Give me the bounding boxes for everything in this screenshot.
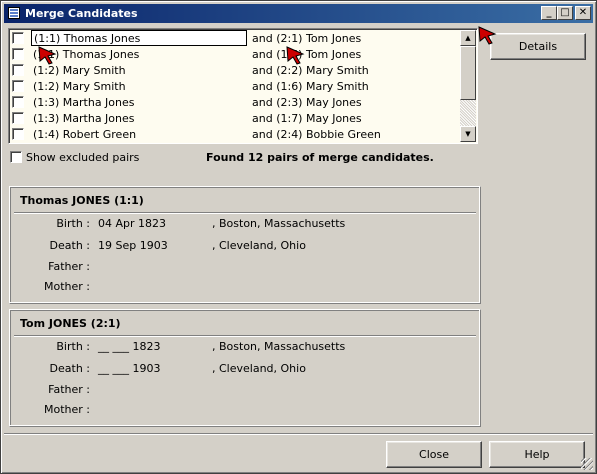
minimize-button[interactable]: _ (541, 6, 557, 20)
birth-date: 04 Apr 1823 (98, 217, 167, 230)
birth-place: , Boston, Massachusetts (212, 217, 346, 230)
death-date: __ ___ 1903 (98, 362, 161, 375)
row-right-person[interactable]: and (1:7) May Jones (252, 112, 362, 125)
person-panel-right: Tom JONES (2:1) Birth : __ ___ 1823 , Bo… (9, 309, 481, 427)
row-left-person[interactable]: (1:3) Martha Jones (33, 112, 135, 125)
title-bar[interactable]: Merge Candidates _ □ ✕ (4, 4, 593, 23)
show-excluded-checkbox[interactable] (10, 151, 22, 163)
window-title: Merge Candidates (25, 7, 138, 20)
death-label: Death : (49, 239, 90, 252)
merge-candidates-window: Merge Candidates _ □ ✕ (1:1) Thomas Jone… (0, 0, 597, 474)
row-right-person[interactable]: and (1:5) Tom Jones (252, 48, 361, 61)
panel-divider (14, 212, 476, 214)
death-label: Death : (49, 362, 90, 375)
mother-label: Mother : (44, 403, 90, 416)
father-label: Father : (48, 260, 90, 273)
close-button[interactable]: Close (386, 441, 482, 468)
pointer-cursor-icon (478, 26, 497, 45)
row-checkbox[interactable] (12, 96, 24, 108)
list-scrollbar[interactable]: ▲ ▼ (460, 30, 476, 142)
list-row[interactable]: (1:4) Robert Green and (2:4) Bobbie Gree… (10, 126, 462, 142)
person-panel-left: Thomas JONES (1:1) Birth : 04 Apr 1823 ,… (9, 186, 481, 304)
pointer-cursor-icon (286, 46, 305, 65)
resize-grip[interactable] (581, 458, 593, 470)
row-checkbox[interactable] (12, 32, 24, 44)
panel-divider (14, 335, 476, 337)
close-window-button[interactable]: ✕ (575, 6, 591, 20)
row-right-person[interactable]: and (2:4) Bobbie Green (252, 128, 381, 141)
death-date: 19 Sep 1903 (98, 239, 168, 252)
row-right-person[interactable]: and (2:3) May Jones (252, 96, 362, 109)
minimize-icon: _ (546, 7, 552, 18)
list-row[interactable]: (1:1) Thomas Jones and (1:5) Tom Jones (10, 46, 462, 62)
row-left-person[interactable]: (1:2) Mary Smith (33, 80, 126, 93)
birth-place: , Boston, Massachusetts (212, 340, 346, 353)
death-place: , Cleveland, Ohio (212, 362, 306, 375)
row-checkbox[interactable] (12, 112, 24, 124)
panel-title: Tom JONES (2:1) (20, 317, 121, 330)
death-place: , Cleveland, Ohio (212, 239, 306, 252)
list-row[interactable]: (1:3) Martha Jones and (2:3) May Jones (10, 94, 462, 110)
scroll-up-icon[interactable]: ▲ (460, 30, 476, 46)
row-checkbox[interactable] (12, 48, 24, 60)
list-row[interactable]: (1:2) Mary Smith and (1:6) Mary Smith (10, 78, 462, 94)
candidate-list[interactable]: (1:1) Thomas Jones and (2:1) Tom Jones (… (8, 28, 478, 144)
show-excluded-label[interactable]: Show excluded pairs (26, 151, 139, 164)
row-left-person[interactable]: (1:1) Thomas Jones (31, 30, 247, 46)
row-right-person[interactable]: and (2:2) Mary Smith (252, 64, 369, 77)
row-checkbox[interactable] (12, 80, 24, 92)
maximize-button[interactable]: □ (557, 6, 573, 20)
row-left-person[interactable]: (1:3) Martha Jones (33, 96, 135, 109)
panel-title: Thomas JONES (1:1) (20, 194, 144, 207)
row-checkbox[interactable] (12, 64, 24, 76)
help-button[interactable]: Help (489, 441, 585, 468)
row-right-person[interactable]: and (1:6) Mary Smith (252, 80, 369, 93)
window-icon (8, 7, 20, 19)
scroll-thumb[interactable] (460, 46, 476, 100)
mother-label: Mother : (44, 280, 90, 293)
pointer-cursor-icon (38, 46, 57, 65)
father-label: Father : (48, 383, 90, 396)
details-button[interactable]: Details (490, 33, 586, 60)
row-left-person[interactable]: (1:2) Mary Smith (33, 64, 126, 77)
scroll-down-icon[interactable]: ▼ (460, 126, 476, 142)
birth-date: __ ___ 1823 (98, 340, 161, 353)
list-row[interactable]: (1:2) Mary Smith and (2:2) Mary Smith (10, 62, 462, 78)
birth-label: Birth : (56, 217, 90, 230)
list-row[interactable]: (1:3) Martha Jones and (1:7) May Jones (10, 110, 462, 126)
scroll-track[interactable] (460, 100, 476, 126)
row-right-person[interactable]: and (2:1) Tom Jones (252, 32, 361, 45)
birth-label: Birth : (56, 340, 90, 353)
maximize-icon: □ (560, 7, 570, 18)
row-left-person[interactable]: (1:4) Robert Green (33, 128, 136, 141)
footer-divider (4, 433, 593, 435)
row-checkbox[interactable] (12, 128, 24, 140)
found-count-text: Found 12 pairs of merge candidates. (206, 151, 434, 164)
close-icon: ✕ (578, 7, 588, 18)
list-row[interactable]: (1:1) Thomas Jones and (2:1) Tom Jones (10, 30, 462, 46)
